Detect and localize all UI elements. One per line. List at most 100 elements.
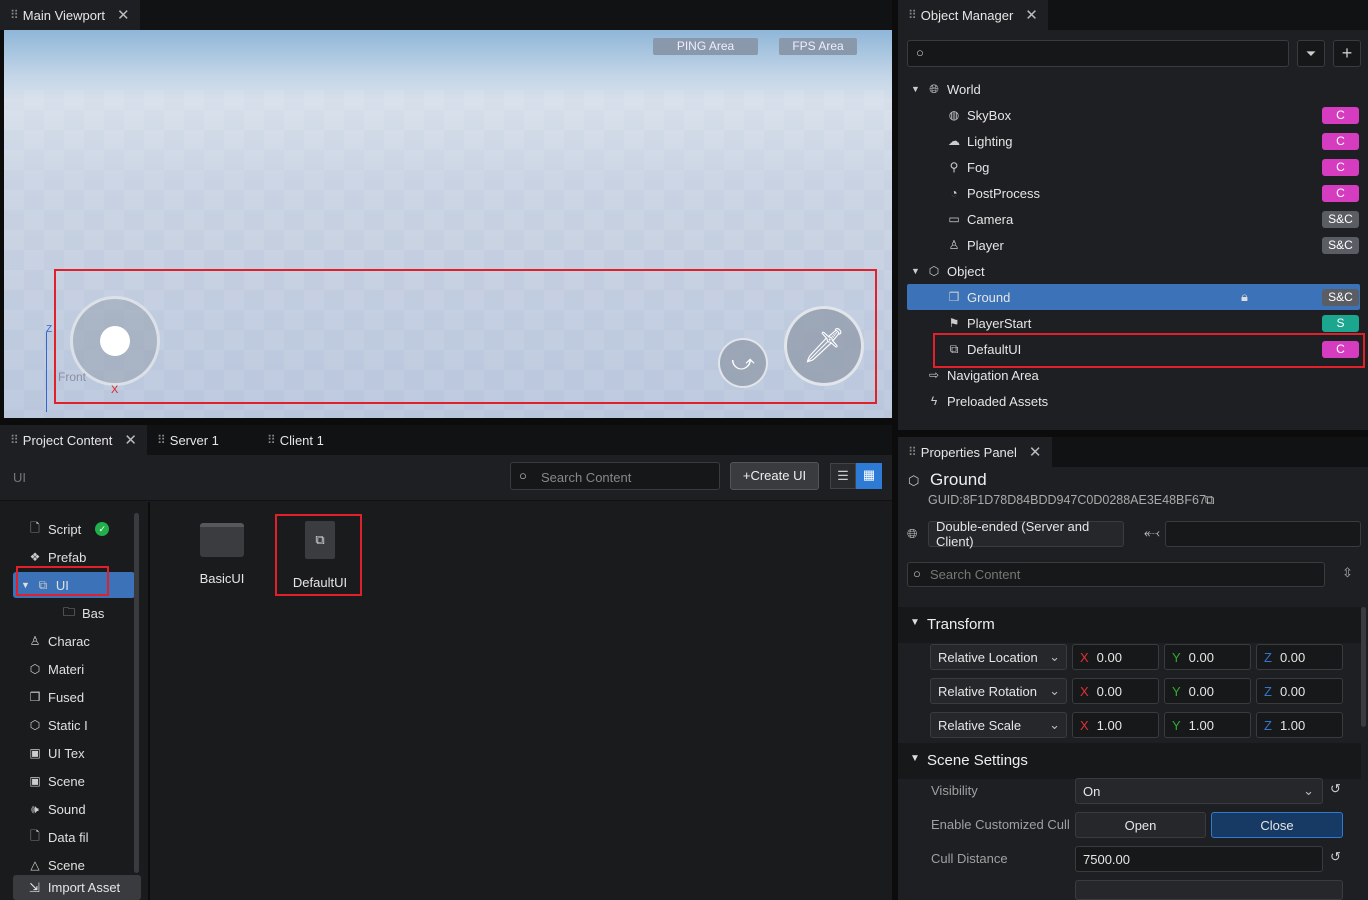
cull-open-button[interactable]: Open (1075, 812, 1206, 838)
list-view-button[interactable]: ☰ (830, 463, 856, 489)
tree-item[interactable]: ⚲ Fog C (907, 154, 1360, 180)
import-label: Import Asset (47, 880, 121, 895)
property-search-input[interactable]: ○ Search Content (907, 562, 1325, 587)
cull-close-button[interactable]: Close (1211, 812, 1343, 838)
tree-item[interactable]: ◔ PostProcess C (907, 180, 1360, 206)
reset-icon[interactable]: ↺ (1330, 849, 1341, 865)
tree-item[interactable]: ♙ Player S&C (907, 232, 1360, 258)
asset-basicui[interactable]: BasicUI (186, 515, 258, 586)
close-icon[interactable]: ✕ (124, 431, 137, 449)
tree-item[interactable]: ▼ 🌐︎ World (907, 76, 1360, 102)
bolt-icon: ϟ (930, 394, 938, 408)
tree-item-label: Ground (967, 289, 1011, 305)
tab-client-1[interactable]: ⠿ Client 1 (257, 425, 334, 455)
x-input[interactable]: X 0.00 (1072, 678, 1159, 704)
sidebar-item-label: Sound (48, 801, 86, 817)
tree-item[interactable]: ϟ Preloaded Assets (907, 388, 1360, 414)
object-search-input[interactable]: ○ (907, 40, 1289, 67)
sound-icon: 🕪︎ (31, 801, 39, 816)
properties-scrollbar[interactable] (1361, 607, 1366, 727)
add-object-button[interactable]: + (1333, 40, 1361, 67)
collision-select[interactable] (1075, 880, 1343, 900)
grid-view-button[interactable]: ▦ (856, 463, 882, 489)
y-input[interactable]: Y 0.00 (1164, 678, 1251, 704)
tree-item-label: PostProcess (967, 185, 1040, 201)
sidebar-item[interactable]: ♙ Charac (28, 628, 128, 654)
sidebar-item-label: Fused (48, 689, 85, 705)
search-icon: ○ (913, 566, 921, 581)
sidebar-scrollbar[interactable] (134, 513, 139, 873)
sidebar-item[interactable]: 🗀︎ Bas (62, 600, 162, 626)
y-input[interactable]: Y 0.00 (1164, 644, 1251, 670)
cull-label: Enable Customized Cull (931, 817, 1070, 832)
distance-value: 7500.00 (1083, 851, 1130, 867)
sidebar-item[interactable]: 🕪︎ Sound (28, 796, 128, 822)
sidebar-item[interactable]: 🗋︎ Script ✓ (28, 516, 128, 542)
network-value: Double-ended (Server and Client) (936, 519, 1090, 549)
axis-value: 1.00 (1279, 717, 1306, 733)
palette-icon: ◔ (950, 186, 958, 200)
tab-label: Project Content (22, 432, 113, 448)
visibility-select[interactable]: On ⌄ (1075, 778, 1323, 804)
tree-item[interactable]: ☁︎ Lighting C (907, 128, 1360, 154)
tab-label: Client 1 (279, 432, 324, 448)
network-select[interactable]: Double-ended (Server and Client) (928, 519, 1124, 549)
z-input[interactable]: Z 1.00 (1256, 712, 1343, 738)
x-input[interactable]: X 1.00 (1072, 712, 1159, 738)
tab-server-1[interactable]: ⠿ Server 1 (147, 425, 257, 455)
content-sidebar: 🗋︎ Script ✓ ❖ Prefab ▼ ⧉ UI 🗀︎ Bas ♙ Charac ⬡ Materi ❒… (0, 502, 150, 900)
tab-properties[interactable]: ⠿ Properties Panel ✕ (898, 437, 1052, 467)
transform-header[interactable]: ▼ Transform (898, 607, 1361, 643)
copy-icon[interactable]: ⧉ (1205, 492, 1214, 508)
tree-item[interactable]: ◍ SkyBox C (907, 102, 1360, 128)
caret-down-icon[interactable]: ▼ (911, 266, 920, 276)
z-input[interactable]: Z 0.00 (1256, 644, 1343, 670)
tree-item[interactable]: ▼ ⬡ Object (907, 258, 1360, 284)
transform-mode-select[interactable]: Relative Rotation ⌄ (930, 678, 1067, 704)
folder-icon (200, 523, 244, 557)
axis-value: 0.00 (1279, 649, 1306, 665)
close-icon[interactable]: ✕ (117, 6, 130, 24)
reset-icon[interactable]: ↺ (1330, 781, 1341, 797)
close-icon[interactable]: ✕ (1029, 443, 1042, 461)
sidebar-item[interactable]: 🗋︎ Data fil (28, 824, 128, 850)
create-ui-button[interactable]: +Create UI (730, 462, 819, 490)
axis-value: 0.00 (1188, 649, 1214, 665)
y-input[interactable]: Y 1.00 (1164, 712, 1251, 738)
tree-item-label: SkyBox (967, 107, 1012, 123)
axis-letter: Z (1264, 649, 1272, 665)
z-input[interactable]: Z 0.00 (1256, 678, 1343, 704)
close-icon[interactable]: ✕ (1025, 6, 1038, 24)
scene-settings-header[interactable]: ▼ Scene Settings (898, 743, 1361, 779)
sidebar-item[interactable]: ⬡ Materi (28, 656, 128, 682)
transform-label: Relative Rotation (938, 683, 1037, 699)
caret-down-icon[interactable]: ▼ (911, 84, 920, 94)
x-input[interactable]: X 0.00 (1072, 644, 1159, 670)
collapse-all-icon[interactable]: ⇳ (1342, 565, 1353, 581)
network-badge: S&C (1322, 236, 1359, 254)
network-badge: S&C (1322, 210, 1359, 228)
sidebar-item[interactable]: ⬡ Static I (28, 712, 128, 738)
tab-project-content[interactable]: ⠿ Project Content ✕ (0, 425, 147, 455)
sidebar-item-label: UI Tex (48, 745, 85, 761)
highlight-defaultui-asset (275, 514, 362, 596)
filter-button[interactable]: ⏷ (1297, 40, 1325, 67)
cull-distance-label: Cull Distance (931, 851, 1008, 866)
sidebar-item[interactable]: ❒ Fused (28, 684, 128, 710)
transform-mode-select[interactable]: Relative Scale ⌄ (930, 712, 1067, 738)
tab-object-manager[interactable]: ⠿ Object Manager ✕ (898, 0, 1048, 30)
cull-distance-input[interactable]: 7500.00 (1075, 846, 1323, 872)
tag-input[interactable] (1165, 521, 1361, 547)
content-search-input[interactable]: ○ Search Content (510, 462, 720, 490)
import-asset-button[interactable]: ⇲ Import Asset (13, 875, 141, 900)
tab-label: Properties Panel (920, 444, 1017, 460)
tab-main-viewport[interactable]: ⠿ Main Viewport ✕ (0, 0, 140, 30)
tree-item[interactable]: ▭ Camera S&C (907, 206, 1360, 232)
sidebar-item[interactable]: ▣ UI Tex (28, 740, 128, 766)
tree-item[interactable]: ❒ Ground 🔒︎ S&C (907, 284, 1360, 310)
tree-item-label: Camera (967, 211, 1014, 227)
transform-mode-select[interactable]: Relative Location ⌄ (930, 644, 1067, 670)
lock-icon[interactable]: 🔒︎ (1241, 289, 1248, 305)
sidebar-item-label: Scene (48, 773, 85, 789)
sidebar-item[interactable]: ▣ Scene (28, 768, 128, 794)
